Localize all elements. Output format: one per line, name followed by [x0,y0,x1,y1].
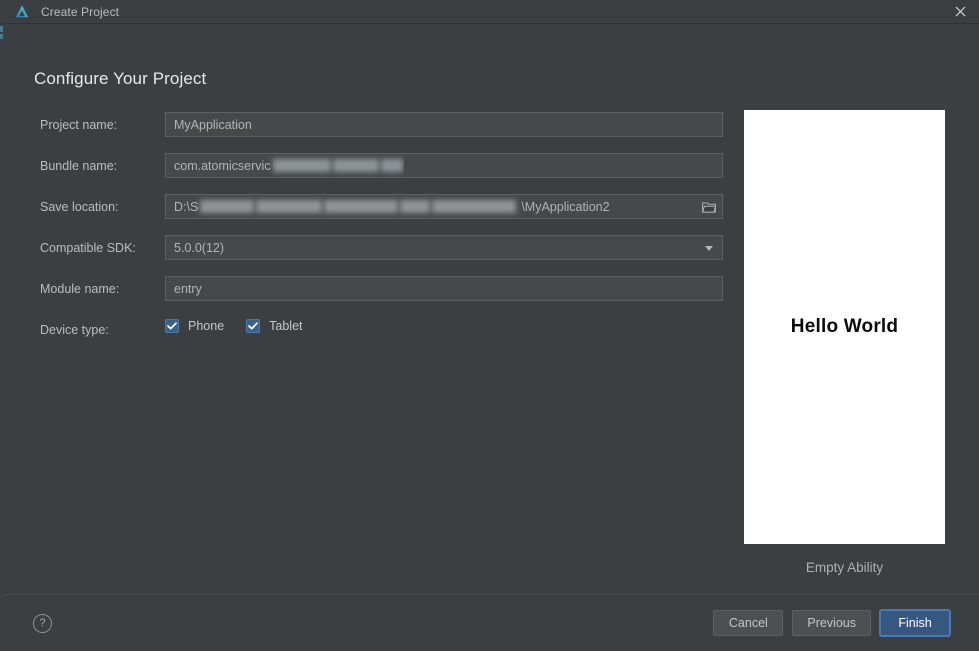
device-type-tablet-label: Tablet [269,319,303,333]
form-row-project-name: Project name: MyApplication [3,112,725,153]
bundle-name-label: Bundle name: [40,159,118,173]
device-type-label: Device type: [40,323,109,337]
dialog-body: Configure Your Project Project name: MyA… [3,24,979,651]
checkbox-checked-icon[interactable] [246,319,261,333]
save-location-label: Save location: [40,200,119,214]
preview-phone-screen: Hello World [744,110,945,544]
redacted-text [272,159,331,172]
device-type-options: Phone Tablet [165,319,303,333]
redacted-text [400,200,431,213]
create-project-dialog: Create Project Configure Your Project Pr… [3,0,979,651]
chevron-down-icon[interactable] [705,245,713,251]
redacted-text [332,159,379,172]
bundle-name-value: com.atomicservic [174,158,271,173]
project-name-input[interactable]: MyApplication [165,112,723,137]
previous-button[interactable]: Previous [792,610,871,636]
form-row-compatible-sdk: Compatible SDK: 5.0.0(12) [3,235,725,276]
preview-screen-text: Hello World [790,316,899,337]
project-name-value: MyApplication [174,117,252,132]
finish-button[interactable]: Finish [880,610,950,636]
redacted-text [432,200,517,213]
cancel-button[interactable]: Cancel [713,610,784,636]
save-location-value-tail: \MyApplication2 [521,199,610,214]
module-name-label: Module name: [40,282,120,296]
form-row-bundle-name: Bundle name: com.atomicservic [3,153,725,194]
device-type-tablet[interactable]: Tablet [246,319,303,333]
compatible-sdk-select[interactable]: 5.0.0(12) [165,235,723,260]
deveco-logo-icon [14,4,30,20]
form-row-save-location: Save location: D:\S \MyApplication2 [3,194,725,235]
dialog-title: Create Project [41,4,120,19]
footer-actions: Cancel Previous Finish [713,610,950,636]
device-type-phone[interactable]: Phone [165,319,224,333]
redacted-text [200,200,255,213]
bundle-name-input[interactable]: com.atomicservic [165,153,723,178]
redacted-text [256,200,323,213]
compatible-sdk-value: 5.0.0(12) [174,240,225,255]
save-location-value-head: D:\S [174,199,199,214]
dialog-title-bar: Create Project [3,0,979,24]
form-row-module-name: Module name: entry [3,276,725,317]
close-icon[interactable] [941,0,979,23]
help-icon[interactable]: ? [33,613,52,633]
preview-caption: Empty Ability [805,560,884,575]
project-name-label: Project name: [40,118,118,132]
save-location-input[interactable]: D:\S \MyApplication2 [165,194,723,219]
folder-open-icon[interactable] [696,195,722,218]
module-name-input[interactable]: entry [165,276,723,301]
form-row-device-type: Device type: Phone Tablet [3,317,725,358]
page-title: Configure Your Project [34,69,207,88]
checkbox-checked-icon[interactable] [165,319,179,333]
dialog-footer: ? Cancel Previous Finish [3,594,979,651]
module-name-value: entry [174,281,202,296]
compatible-sdk-label: Compatible SDK: [40,241,136,255]
project-config-form: Project name: MyApplication Bundle name:… [3,112,725,358]
redacted-text [324,200,399,213]
device-type-phone-label: Phone [188,319,225,333]
template-preview: Hello World Empty Ability [744,110,945,575]
redacted-text [380,159,403,172]
